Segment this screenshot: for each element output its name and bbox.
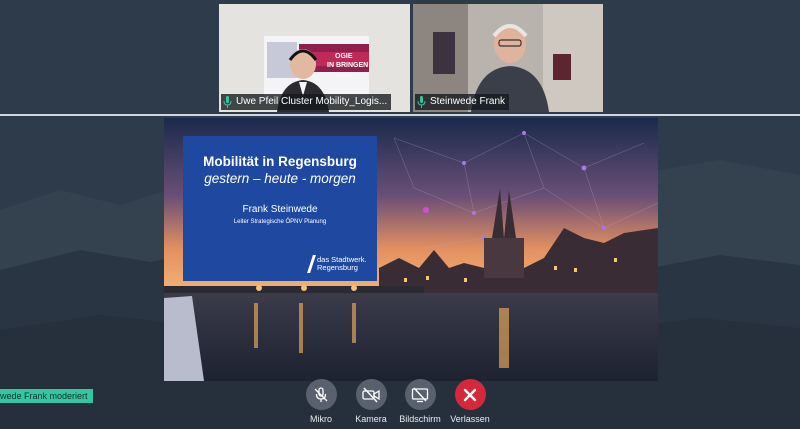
mic-button[interactable] xyxy=(305,379,337,410)
slide-title: Mobilität in Regensburg xyxy=(203,154,357,169)
svg-text:OGIE: OGIE xyxy=(335,53,353,60)
screen-share-off-icon xyxy=(411,387,429,402)
leave-label: Verlassen xyxy=(450,414,490,424)
slide-presenter: Frank Steinwede xyxy=(242,204,318,215)
participant-name-bar-1: Uwe Pfeil Cluster Mobility_Logis... xyxy=(221,94,392,110)
control-bar: Mikro Kamera Bildschirm Verlassen xyxy=(0,379,800,429)
microphone-active-icon xyxy=(223,96,232,108)
stadtwerk-logo-text: das Stadtwerk. Regensburg xyxy=(317,256,367,272)
participant-name-1: Uwe Pfeil Cluster Mobility_Logis... xyxy=(236,96,388,107)
logo-line-2: Regensburg xyxy=(317,263,358,272)
participant-tile-1[interactable]: OGIE IN BRINGEN Uwe Pfeil Cluster Mobili… xyxy=(219,4,410,112)
leave-button[interactable] xyxy=(454,379,486,410)
microphone-muted-icon xyxy=(314,386,328,402)
participant-name-2: Steinwede Frank xyxy=(430,96,506,107)
camera-off-icon xyxy=(362,387,380,402)
slide-subtitle: gestern – heute - morgen xyxy=(204,171,356,186)
stadtwerk-logo-icon xyxy=(307,255,316,273)
slide-title-box: Mobilität in Regensburg gestern – heute … xyxy=(183,136,377,281)
slide-presenter-role: Leiter Strategische ÖPNV Planung xyxy=(233,219,327,225)
screen-button[interactable] xyxy=(404,379,436,410)
svg-text:IN BRINGEN: IN BRINGEN xyxy=(327,62,368,69)
close-icon xyxy=(463,388,477,401)
shared-screen: Mobilität in Regensburg gestern – heute … xyxy=(164,118,658,381)
participant-tile-2[interactable]: Steinwede Frank xyxy=(413,4,603,112)
microphone-active-icon xyxy=(417,96,426,108)
camera-button[interactable] xyxy=(355,379,387,410)
leave-control[interactable]: Verlassen xyxy=(440,379,500,424)
participant-name-bar-2: Steinwede Frank xyxy=(415,94,510,110)
gallery-divider xyxy=(0,114,800,116)
